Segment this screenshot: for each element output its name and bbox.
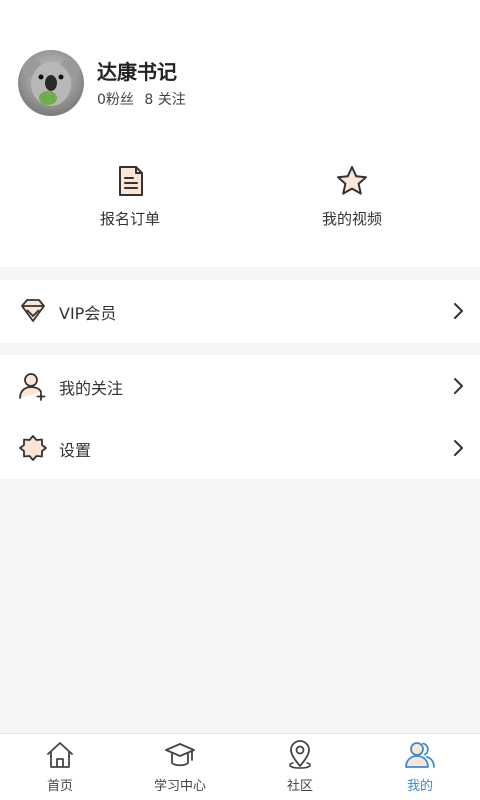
tab-home[interactable]: 首页 [0, 734, 120, 800]
tab-mine-label: 我的 [406, 779, 433, 794]
diamond-icon [21, 299, 45, 322]
tab-community-label: 社区 [286, 779, 313, 794]
graduation-cap-icon [165, 743, 195, 767]
settings-section: 我的关注 设置 [0, 355, 480, 479]
orders-label: 报名订单 [99, 210, 160, 228]
tab-community[interactable]: 社区 [240, 734, 360, 800]
settings-label: 设置 [59, 441, 92, 460]
home-icon [47, 742, 73, 768]
menu-item-settings[interactable]: 设置 [0, 417, 480, 479]
chevron-right-icon [454, 440, 463, 456]
location-pin-icon [289, 740, 311, 769]
menu-item-follow[interactable]: 我的关注 [0, 355, 480, 417]
fans-count[interactable]: 0粉丝 [97, 92, 134, 108]
follow-label: 我的关注 [59, 379, 124, 398]
following-count[interactable]: 8 关注 [144, 92, 185, 108]
my-videos-label: 我的视频 [321, 210, 382, 228]
profile-icon [405, 742, 435, 768]
settings-icon [19, 435, 47, 461]
tab-home-label: 首页 [46, 779, 73, 794]
profile-header: 达康书记 0粉丝 8 关注 报名订单 我的视频 [0, 0, 480, 267]
chevron-right-icon [454, 303, 463, 319]
tab-learning-center[interactable]: 学习中心 [120, 734, 240, 800]
star-icon [337, 166, 367, 195]
vip-label: VIP会员 [59, 304, 117, 323]
vip-section: VIP会员 [0, 280, 480, 343]
user-add-icon [19, 373, 46, 401]
bottom-tab-bar: 首页 学习中心 社区 我的 [0, 733, 480, 800]
document-icon [119, 166, 143, 196]
orders-link[interactable]: 报名订单 [60, 164, 200, 229]
username: 达康书记 [97, 60, 177, 84]
tab-mine[interactable]: 我的 [360, 734, 480, 800]
my-videos-link[interactable]: 我的视频 [282, 164, 422, 229]
avatar[interactable] [18, 50, 84, 116]
menu-item-vip[interactable]: VIP会员 [0, 280, 480, 342]
profile-stats: 0粉丝 8 关注 [97, 89, 192, 109]
tab-learning-label: 学习中心 [153, 779, 206, 794]
chevron-right-icon [454, 378, 463, 394]
